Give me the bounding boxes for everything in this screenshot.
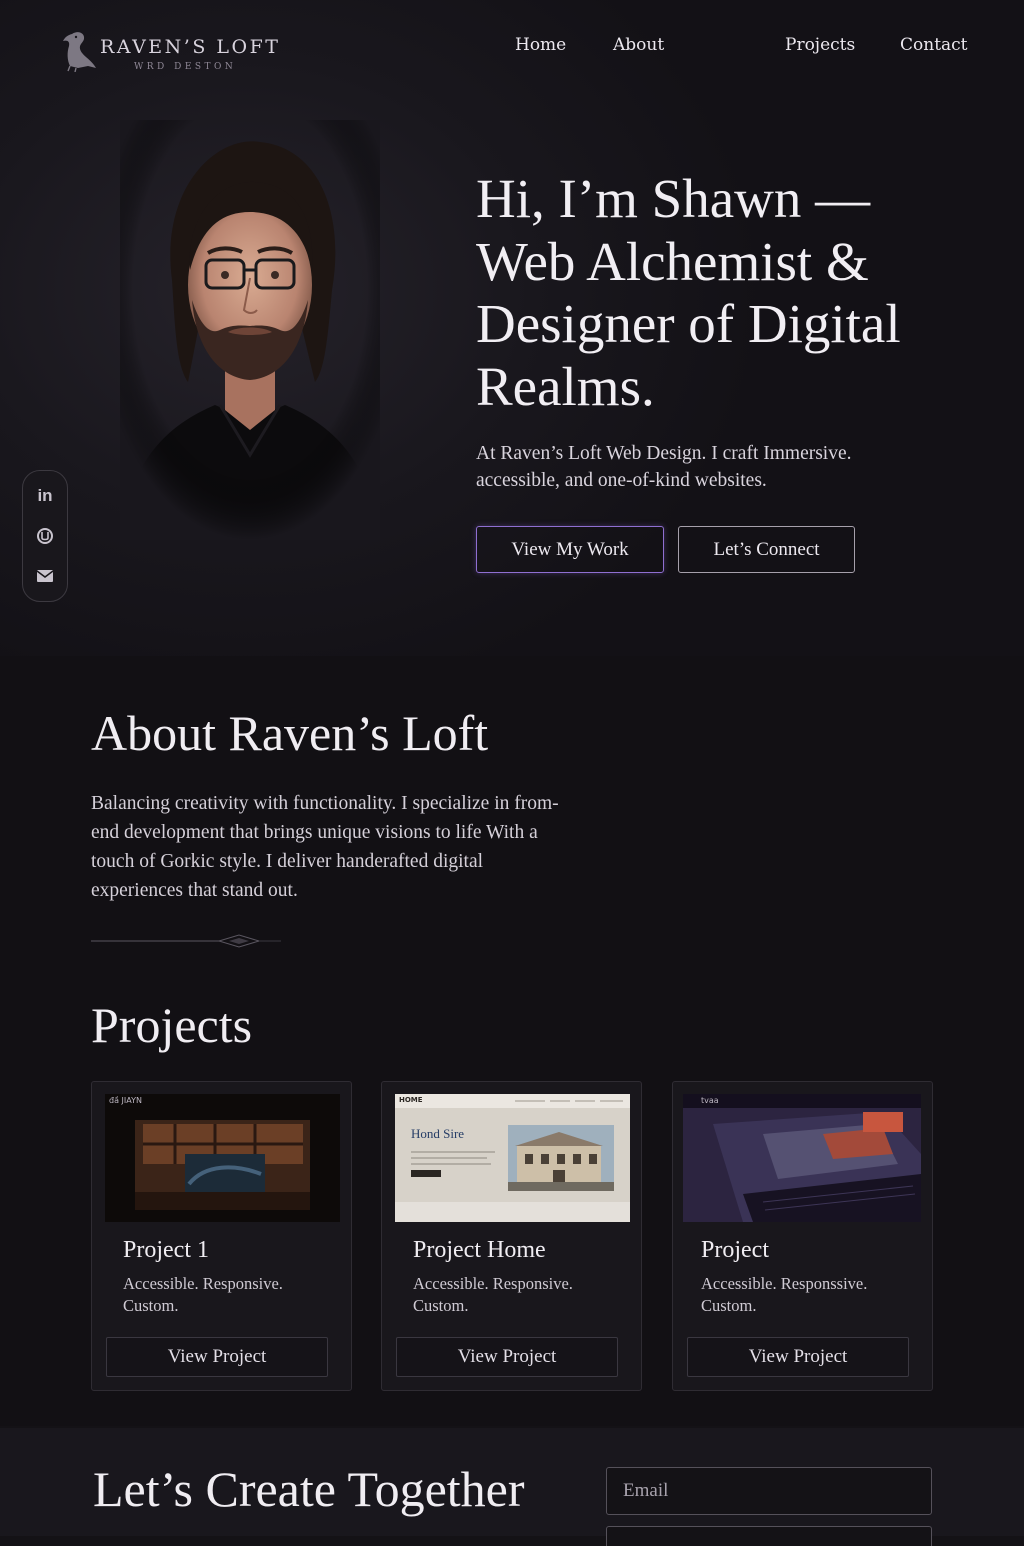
raven-logo-icon[interactable] <box>58 28 98 72</box>
nav-about-link[interactable]: About <box>613 35 664 55</box>
portrait-image <box>120 120 380 540</box>
project-thumbnail[interactable]: HOME Hond Sire <box>395 1094 630 1222</box>
view-project-button[interactable]: View Project <box>396 1337 618 1377</box>
brand-name[interactable]: RAVEN’S LOFT <box>100 36 280 58</box>
nav-contact-link[interactable]: Contact <box>900 35 968 55</box>
ornament-divider <box>91 934 281 948</box>
view-project-button[interactable]: View Project <box>106 1337 328 1377</box>
project-card[interactable]: đầ JIAYN Project 1 Accessible. Responsiv… <box>91 1081 352 1391</box>
view-project-button[interactable]: View Project <box>687 1337 909 1377</box>
project-card[interactable]: tvaa Project Accessible. Responssive. Cu… <box>672 1081 933 1391</box>
project-description: Accessible. Responsive. Custom. <box>413 1274 573 1315</box>
projects-title: Projects <box>91 997 253 1053</box>
thumbnail-heading: Hond Sire <box>411 1126 465 1141</box>
nav-projects-link[interactable]: Projects <box>785 35 855 55</box>
thumbnail-brand: đầ JIAYN <box>109 1096 142 1105</box>
project-thumbnail[interactable]: tvaa <box>683 1094 921 1222</box>
github-icon[interactable] <box>34 525 56 547</box>
linkedin-icon[interactable]: in <box>34 485 56 507</box>
project-description: Accessible. Responssive. Custom. <box>701 1274 868 1315</box>
project-title: Project Home <box>413 1237 546 1263</box>
project-title: Project <box>701 1237 769 1263</box>
message-field[interactable] <box>606 1526 932 1546</box>
brand-tagline: WRD DESTON <box>134 62 237 72</box>
nav-home-link[interactable]: Home <box>515 35 566 55</box>
about-body: Balancing creativity with functionality.… <box>91 793 559 901</box>
view-my-work-button[interactable]: View My Work <box>476 526 664 573</box>
contact-title: Let’s Create Together <box>93 1461 525 1517</box>
thumbnail-brand: tvaa <box>701 1096 719 1105</box>
hero-title: Hi, I’m Shawn — Web Alchemist & Designer… <box>476 168 901 417</box>
thumbnail-brand: HOME <box>399 1096 423 1104</box>
about-title: About Raven’s Loft <box>91 705 489 761</box>
hero-section: RAVEN’S LOFT WRD DESTON Home About Proje… <box>0 0 1024 656</box>
hero-subtitle: At Raven’s Loft Web Design. I craft Imme… <box>476 443 852 491</box>
project-card[interactable]: HOME Hond Sire Project Home Accessible. … <box>381 1081 642 1391</box>
email-field[interactable] <box>606 1467 932 1515</box>
project-thumbnail[interactable]: đầ JIAYN <box>105 1094 340 1222</box>
mail-icon[interactable] <box>34 565 56 587</box>
social-links: in <box>22 470 68 602</box>
project-description: Accessible. Responsive. Custom. <box>123 1274 283 1315</box>
lets-connect-button[interactable]: Let’s Connect <box>678 526 855 573</box>
project-title: Project 1 <box>123 1237 209 1263</box>
